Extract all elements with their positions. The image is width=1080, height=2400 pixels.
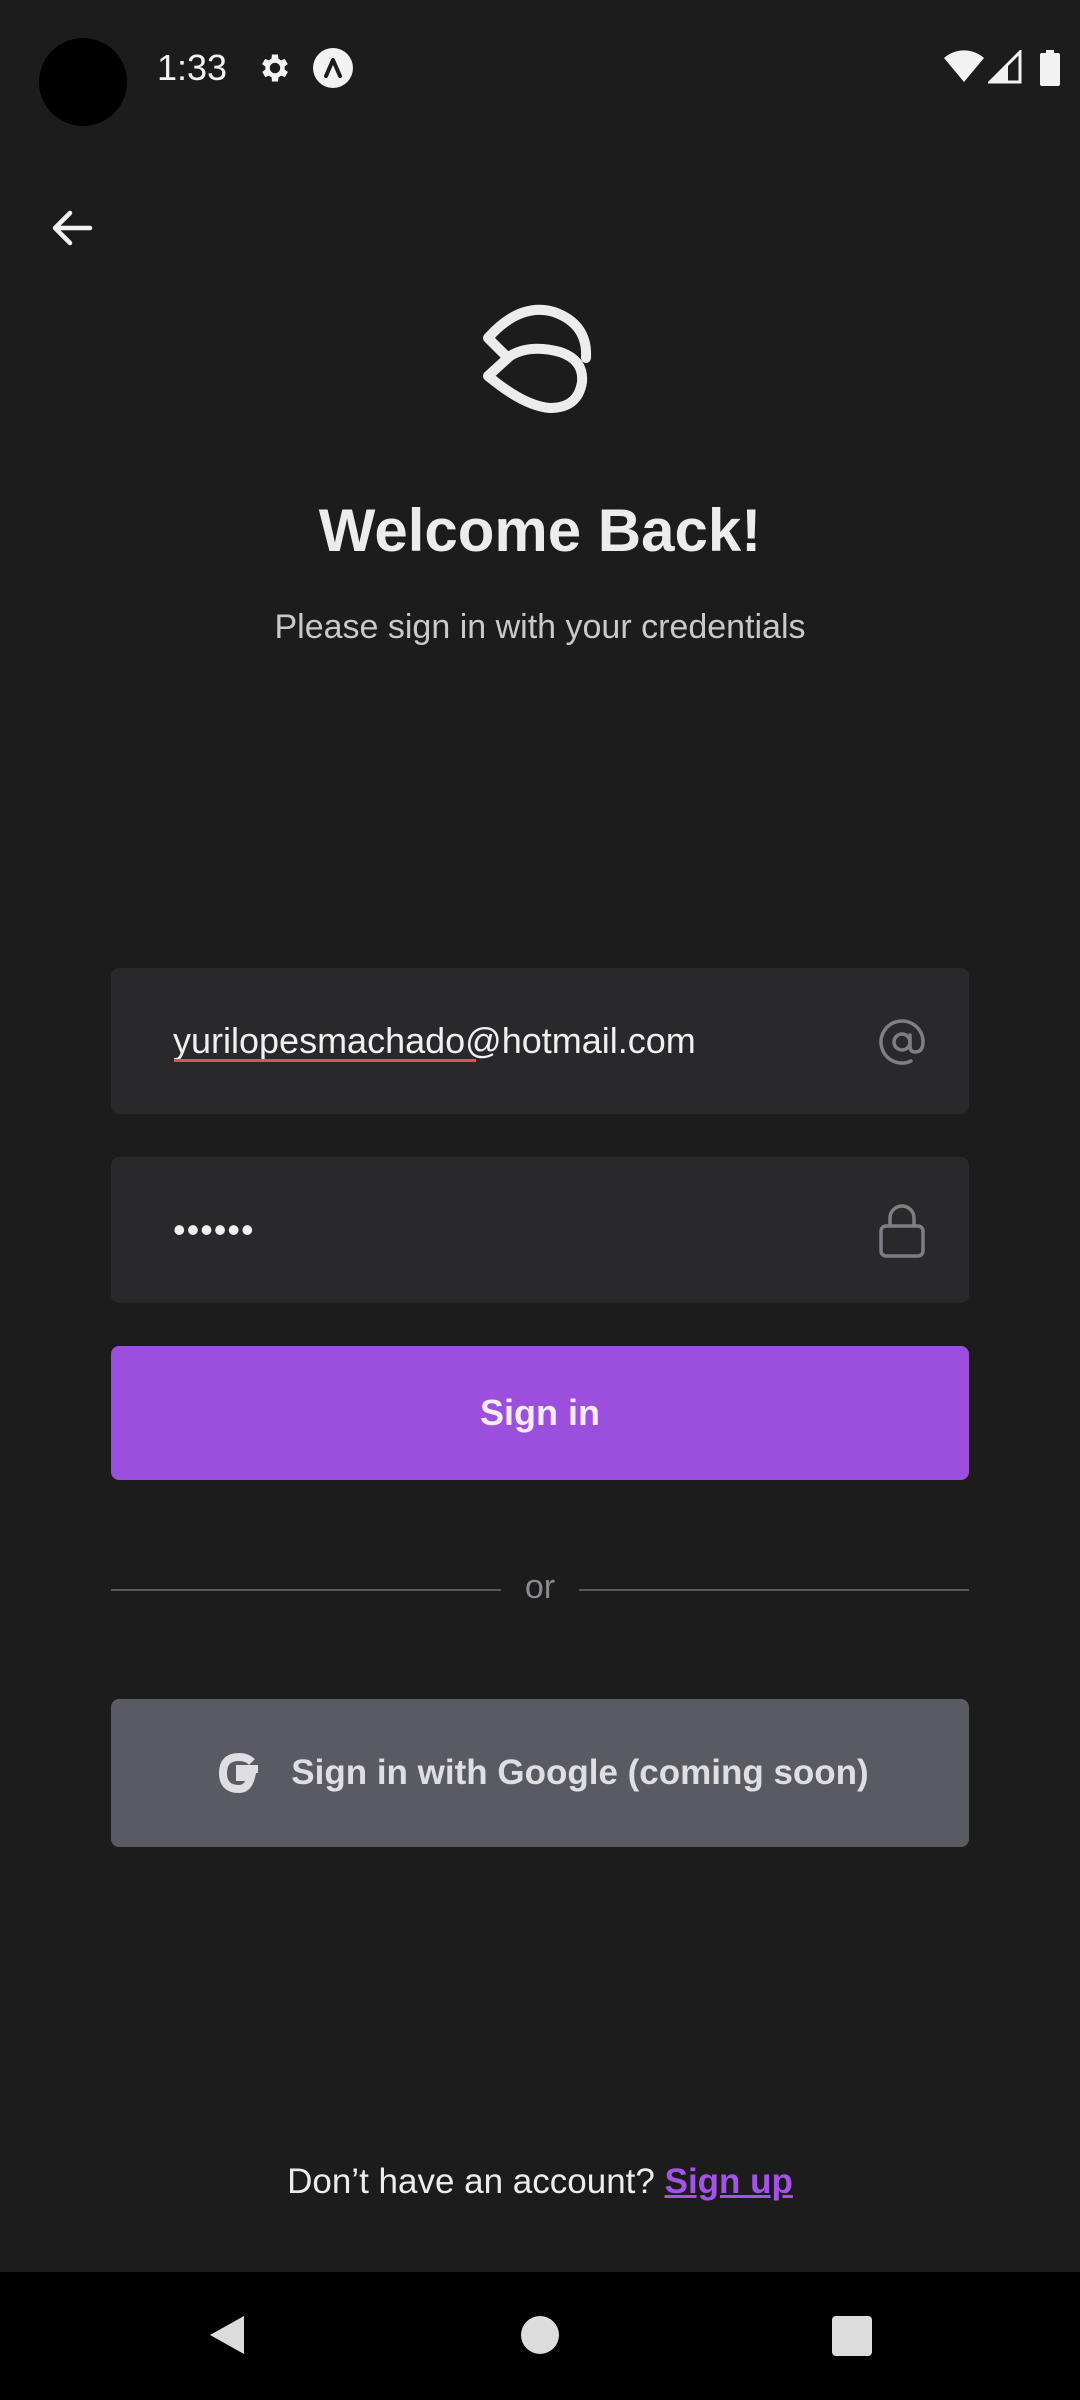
sign-in-label: Sign in <box>480 1392 600 1433</box>
back-button[interactable] <box>40 196 104 260</box>
signup-prompt-text: Don’t have an account? <box>287 2162 655 2201</box>
nav-home-icon[interactable] <box>521 2316 559 2354</box>
google-sign-in-button[interactable]: Sign in with Google (coming soon) <box>111 1699 969 1847</box>
signal-icon <box>988 50 1022 84</box>
divider-or-text: or <box>524 1568 556 1606</box>
wifi-icon <box>944 50 984 82</box>
at-sign-icon <box>879 1019 925 1065</box>
email-field[interactable] <box>111 968 969 1114</box>
camera-cutout <box>39 38 127 126</box>
password-field[interactable] <box>111 1157 969 1303</box>
spellcheck-underline <box>174 1059 476 1062</box>
a-badge-icon <box>313 48 353 88</box>
password-input[interactable] <box>173 1157 873 1303</box>
sign-in-button[interactable]: Sign in <box>111 1346 969 1480</box>
signup-prompt: Don’t have an account? Sign up <box>0 2162 1080 2202</box>
sign-up-link[interactable]: Sign up <box>665 2162 793 2201</box>
arrow-left-icon <box>52 210 93 246</box>
battery-icon <box>1040 50 1060 86</box>
google-g-icon <box>219 1752 259 1794</box>
nav-back-icon[interactable] <box>204 2312 250 2358</box>
status-time: 1:33 <box>157 47 228 88</box>
google-sign-in-label: Sign in with Google (coming soon) <box>291 1753 869 1792</box>
page-title: Welcome Back! <box>318 497 762 564</box>
lock-icon <box>879 1204 925 1258</box>
page-subtitle: Please sign in with your credentials <box>274 608 806 646</box>
app-logo-icon <box>483 304 592 413</box>
divider-right <box>579 1589 969 1591</box>
divider-left <box>111 1589 501 1591</box>
nav-recents-icon[interactable] <box>832 2316 872 2356</box>
email-input[interactable] <box>173 968 873 1114</box>
gear-icon <box>262 54 288 82</box>
